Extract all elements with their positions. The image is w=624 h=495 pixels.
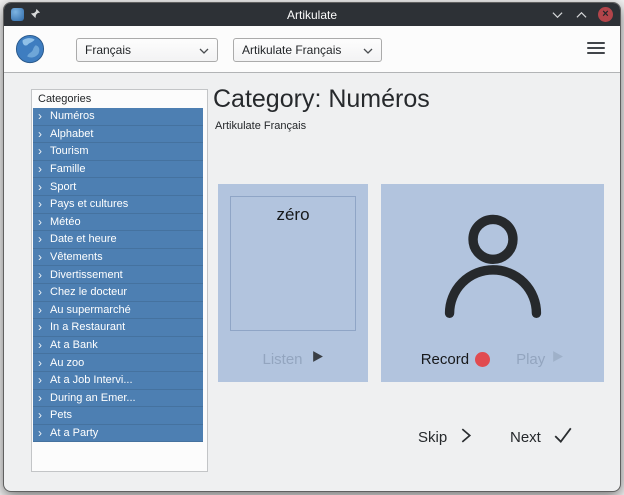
check-icon [553,427,573,447]
window-controls: × [550,3,613,26]
expand-arrow-icon[interactable]: › [38,146,50,156]
phrase-text: zéro [231,205,355,225]
expand-arrow-icon[interactable]: › [38,217,50,227]
sidebar-item-pays-et-cultures[interactable]: ›Pays et cultures [33,196,203,214]
language-dropdown[interactable]: Français [76,38,218,62]
maximize-icon[interactable] [574,7,589,22]
sidebar-item-sport[interactable]: ›Sport [33,178,203,196]
sidebar-item-during-an-emergency[interactable]: ›During an Emer... [33,390,203,408]
window-title: Artikulate [4,3,620,26]
page-title: Category: Numéros [213,85,430,114]
artikulate-globe-logo [15,34,45,69]
app-window: Artikulate × Français [3,2,621,492]
course-dropdown-value: Artikulate Français [242,43,363,57]
course-dropdown[interactable]: Artikulate Français [233,38,382,62]
expand-arrow-icon[interactable]: › [38,199,50,209]
expand-arrow-icon[interactable]: › [38,252,50,262]
expand-arrow-icon[interactable]: › [38,410,50,420]
expand-arrow-icon[interactable]: › [38,340,50,350]
menu-icon[interactable] [587,42,605,57]
chevron-down-icon [363,43,373,57]
language-dropdown-value: Français [85,43,199,57]
sidebar-item-at-a-job-interview[interactable]: ›At a Job Intervi... [33,372,203,390]
sidebar-item-meteo[interactable]: ›Météo [33,214,203,232]
play-label[interactable]: Play [516,351,545,368]
expand-arrow-icon[interactable]: › [38,358,50,368]
sidebar-item-au-zoo[interactable]: ›Au zoo [33,354,203,372]
play-triangle-icon[interactable] [551,350,564,368]
expand-arrow-icon[interactable]: › [38,428,50,438]
play-triangle-icon [311,350,324,368]
expand-arrow-icon[interactable]: › [38,393,50,403]
sidebar-item-alphabet[interactable]: ›Alphabet [33,126,203,144]
skip-button[interactable]: Skip [418,427,472,448]
expand-arrow-icon[interactable]: › [38,234,50,244]
sidebar-item-au-supermarche[interactable]: ›Au supermarché [33,302,203,320]
expand-arrow-icon[interactable]: › [38,287,50,297]
sidebar-item-at-a-bank[interactable]: ›At a Bank [33,337,203,355]
expand-arrow-icon[interactable]: › [38,182,50,192]
expand-arrow-icon[interactable]: › [38,129,50,139]
expand-arrow-icon[interactable]: › [38,111,50,121]
record-card: Record Play [381,184,604,382]
sidebar-item-chez-le-docteur[interactable]: ›Chez le docteur [33,284,203,302]
phrase-card: zéro Listen [218,184,368,382]
listen-label: Listen [262,351,302,368]
sidebar-item-tourism[interactable]: ›Tourism [33,143,203,161]
page-subtitle: Artikulate Français [215,120,306,132]
sidebar-item-famille[interactable]: ›Famille [33,161,203,179]
expand-arrow-icon[interactable]: › [38,375,50,385]
skip-label: Skip [418,429,447,446]
minimize-icon[interactable] [550,7,565,22]
categories-header: Categories [38,93,91,105]
sidebar-item-pets[interactable]: ›Pets [33,407,203,425]
record-label[interactable]: Record [421,351,469,368]
sidebar-item-divertissement[interactable]: ›Divertissement [33,266,203,284]
sidebar-item-vetements[interactable]: ›Vêtements [33,249,203,267]
expand-arrow-icon[interactable]: › [38,270,50,280]
record-play-row: Record Play [381,350,604,368]
next-label: Next [510,429,541,446]
titlebar: Artikulate × [4,3,620,26]
phrase-box: zéro [230,196,356,331]
chevron-down-icon [199,43,209,57]
expand-arrow-icon[interactable]: › [38,322,50,332]
expand-arrow-icon[interactable]: › [38,164,50,174]
chevron-right-icon [459,427,472,448]
sidebar-item-at-a-party[interactable]: ›At a Party [33,425,203,443]
listen-button[interactable]: Listen [218,350,368,368]
toolbar: Français Artikulate Français [4,26,620,73]
sidebar-item-numeros[interactable]: ›Numéros [33,108,203,126]
person-icon [381,210,604,318]
sidebar-item-date-et-heure[interactable]: ›Date et heure [33,231,203,249]
expand-arrow-icon[interactable]: › [38,305,50,315]
categories-list: ›Numéros ›Alphabet ›Tourism ›Famille ›Sp… [33,108,203,442]
categories-panel: Categories ›Numéros ›Alphabet ›Tourism ›… [31,89,208,472]
next-button[interactable]: Next [510,427,573,447]
record-dot-icon[interactable] [475,352,490,367]
close-icon[interactable]: × [598,7,613,22]
sidebar-item-in-a-restaurant[interactable]: ›In a Restaurant [33,319,203,337]
